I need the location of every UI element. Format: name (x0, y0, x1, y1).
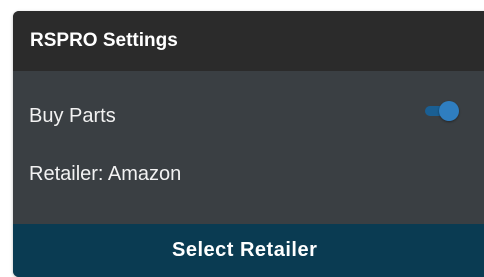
select-retailer-label: Select Retailer (172, 239, 318, 261)
toggle-thumb (439, 101, 459, 121)
settings-panel: RSPRO Settings Buy Parts Retailer: Amazo… (13, 11, 484, 277)
buy-parts-toggle[interactable] (425, 101, 459, 121)
retailer-label: Retailer: Amazon (29, 163, 182, 185)
settings-list: Buy Parts Retailer: Amazon (13, 71, 484, 224)
select-retailer-button[interactable]: Select Retailer (13, 224, 484, 277)
panel-header: RSPRO Settings (13, 11, 484, 71)
panel-title: RSPRO Settings (30, 30, 178, 51)
buy-parts-label: Buy Parts (29, 105, 116, 127)
